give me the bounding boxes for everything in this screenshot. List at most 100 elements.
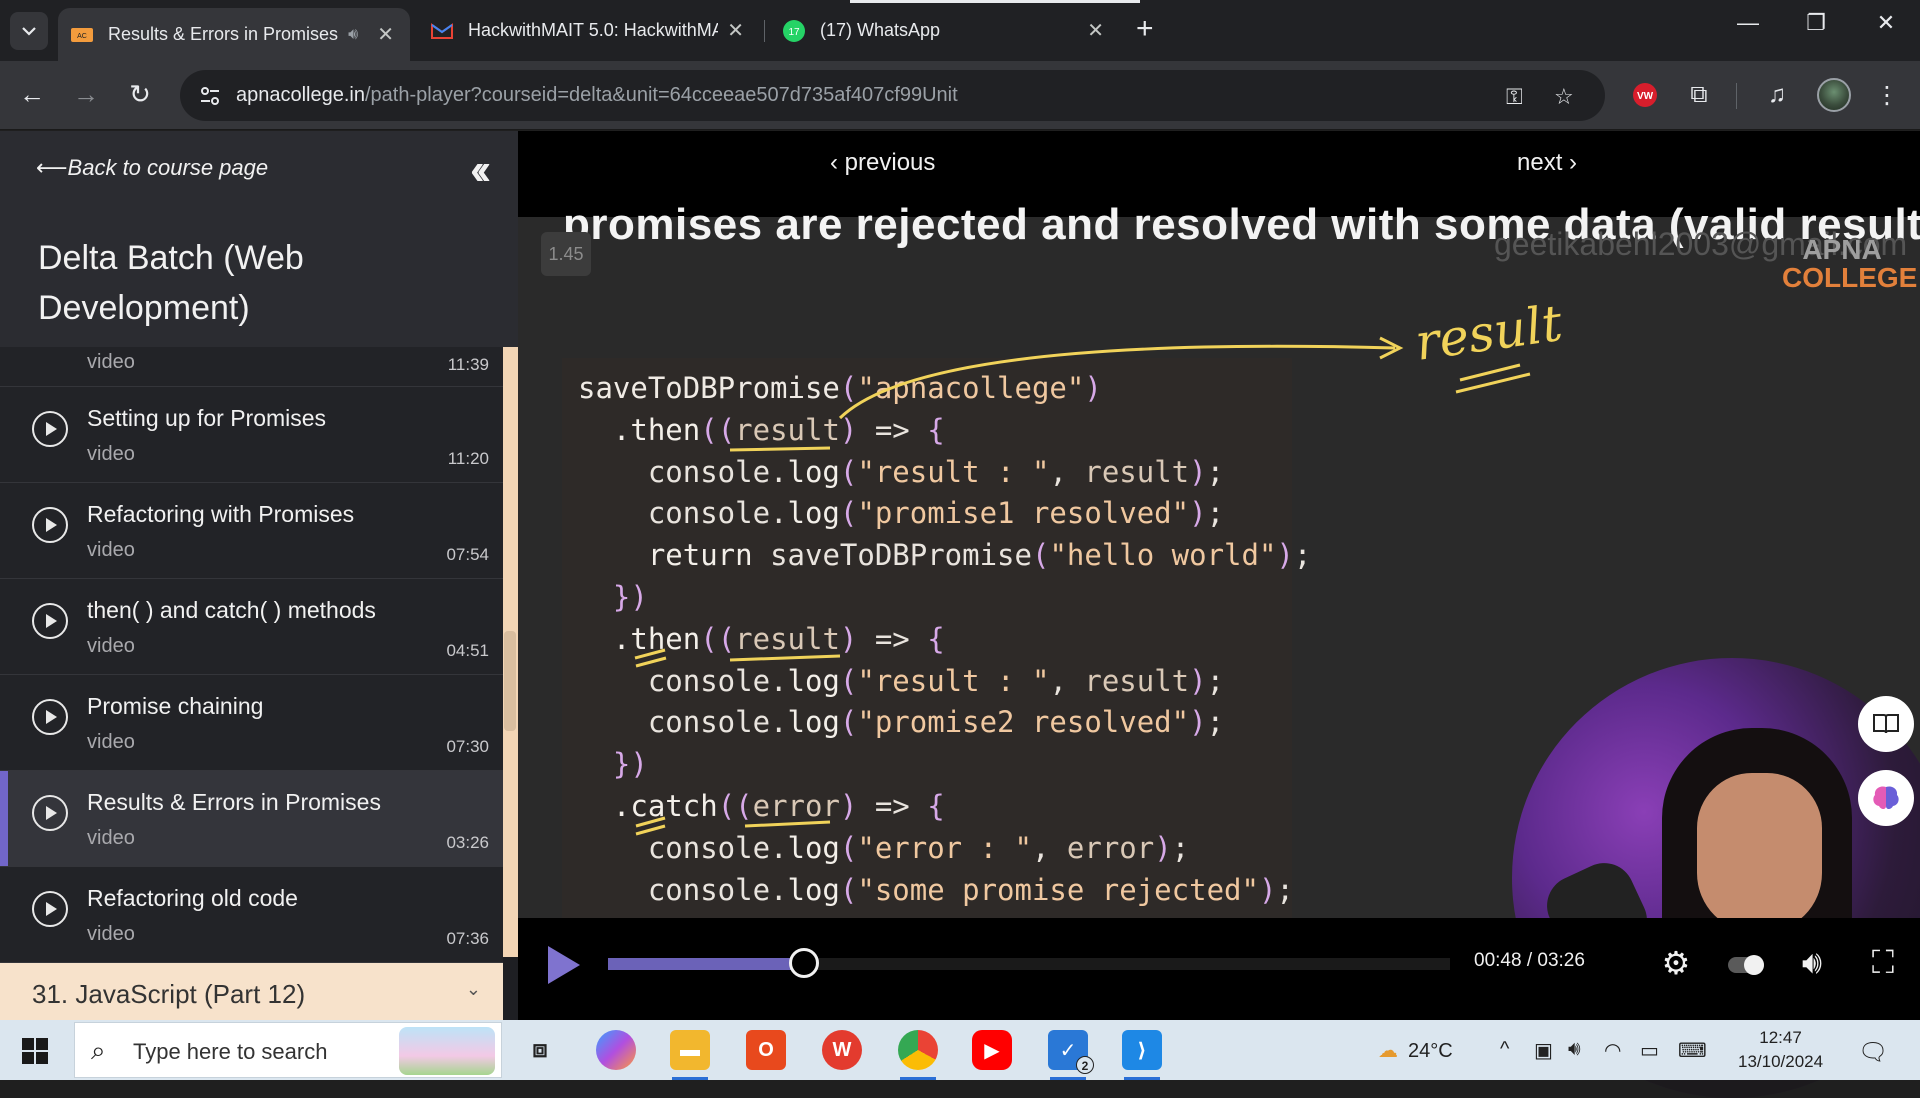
player-nav-bar: ‹ previous next ›	[518, 131, 1920, 201]
video-controls: 00:48 / 03:26 ⚙ 🔊︎ ⛶	[518, 918, 1920, 1020]
course-sidebar: ⟵Back to course page ‹‹ Delta Batch (Web…	[0, 131, 518, 1020]
left-arrow-icon: ⟵	[36, 155, 68, 180]
svg-text:AC: AC	[77, 33, 87, 40]
search-highlight-image	[399, 1027, 495, 1075]
copilot-icon[interactable]	[596, 1030, 636, 1070]
settings-gear-icon[interactable]: ⚙	[1656, 944, 1696, 982]
apna-college-logo: APNA COLLEGE	[1782, 234, 1918, 293]
clock-time: 12:47	[1759, 1028, 1802, 1047]
system-clock[interactable]: 12:47 13/10/2024	[1738, 1026, 1823, 1074]
lesson-title: Promise chaining	[87, 693, 264, 719]
keyboard-icon[interactable]: ⌨	[1678, 1038, 1707, 1063]
tab-results-errors[interactable]: AC Results & Errors in Promises 🔊︎ ✕	[58, 8, 410, 61]
password-key-icon[interactable]: ⚿	[1506, 84, 1523, 110]
search-placeholder: Type here to search	[133, 1039, 328, 1064]
chevron-right-icon: ›	[1562, 149, 1578, 176]
task-view-icon[interactable]: ⧈	[520, 1030, 560, 1070]
site-settings-icon[interactable]	[198, 84, 222, 108]
youtube-icon[interactable]: ▶	[972, 1030, 1012, 1070]
chevron-down-icon	[22, 27, 36, 36]
taskbar-search[interactable]: ⌕ Type here to search	[74, 1022, 502, 1078]
lesson-duration: 07:54	[446, 545, 489, 564]
collapse-sidebar-icon[interactable]: ‹‹	[470, 145, 492, 195]
lesson-item[interactable]: video 11:39	[0, 347, 503, 387]
browser-tab-strip: AC Results & Errors in Promises 🔊︎ ✕ Hac…	[0, 0, 1920, 61]
media-control-icon[interactable]: ♫	[1760, 78, 1794, 112]
todo-icon[interactable]: ✓ 2	[1048, 1030, 1094, 1080]
chrome-icon[interactable]	[898, 1030, 938, 1080]
file-explorer-icon[interactable]: ▬	[670, 1030, 710, 1080]
notifications-icon[interactable]: 🗨︎	[1858, 1038, 1888, 1067]
lesson-title: Setting up for Promises	[87, 405, 327, 431]
seek-bar[interactable]	[608, 948, 1450, 978]
lesson-duration: 11:39	[447, 355, 489, 374]
volume-icon[interactable]: 🔊︎	[1792, 944, 1832, 982]
reader-mode-button[interactable]	[1858, 696, 1914, 752]
play-circle-icon	[32, 507, 68, 543]
play-circle-icon	[32, 411, 68, 447]
close-window-icon[interactable]: ✕	[1866, 10, 1906, 36]
lesson-item[interactable]: Promise chaining video 07:30	[0, 675, 503, 771]
play-circle-icon	[32, 891, 68, 927]
lesson-type: video	[87, 635, 135, 657]
profile-avatar[interactable]	[1817, 78, 1851, 112]
close-tab-icon[interactable]: ✕	[377, 22, 394, 47]
tab-search-button[interactable]	[10, 12, 48, 50]
bookmark-star-icon[interactable]: ☆	[1554, 84, 1574, 110]
previous-button[interactable]: ‹ previous	[830, 149, 935, 177]
back-arrow-icon[interactable]: ←	[14, 79, 50, 110]
seek-progress	[608, 958, 805, 970]
windows-start-icon[interactable]	[22, 1038, 48, 1064]
tray-chevron-icon[interactable]: ^	[1500, 1038, 1509, 1061]
tab-whatsapp[interactable]: 17 (17) WhatsApp ✕	[770, 8, 1120, 53]
close-tab-icon[interactable]: ✕	[727, 18, 744, 43]
todo-badge: 2	[1076, 1056, 1094, 1074]
speaker-icon[interactable]: 🔊︎	[348, 26, 358, 44]
lesson-item[interactable]: then( ) and catch( ) methods video 04:51	[0, 579, 503, 675]
brain-icon	[1873, 786, 1899, 809]
search-icon: ⌕	[91, 1035, 106, 1065]
lesson-type: video	[87, 443, 135, 465]
reload-icon[interactable]: ↻	[122, 79, 158, 110]
lesson-item[interactable]: Refactoring old code video 07:36	[0, 867, 503, 963]
weather-widget[interactable]: ☁ 24°C	[1378, 1038, 1453, 1063]
toolbar-divider	[1736, 83, 1737, 109]
tab-title: Results & Errors in Promises	[108, 24, 339, 44]
office-icon[interactable]: O	[746, 1030, 786, 1070]
restore-icon[interactable]: ❐	[1796, 10, 1836, 36]
play-icon[interactable]	[548, 946, 580, 984]
address-bar[interactable]: apnacollege.in/path-player?courseid=delt…	[180, 70, 1605, 121]
lesson-duration: 07:30	[446, 737, 489, 756]
wifi-icon[interactable]: ◠	[1604, 1038, 1621, 1063]
extensions-puzzle-icon[interactable]: ⧉	[1682, 78, 1716, 112]
meet-icon[interactable]: ▣	[1534, 1038, 1553, 1063]
new-tab-icon[interactable]: +	[1136, 14, 1154, 44]
close-tab-icon[interactable]: ✕	[1087, 18, 1104, 43]
section-header[interactable]: 31. JavaScript (Part 12) ⌄	[0, 963, 503, 1020]
vscode-icon[interactable]: ⟩	[1122, 1030, 1162, 1080]
ai-assistant-button[interactable]	[1858, 770, 1914, 826]
wps-icon[interactable]: W	[822, 1030, 862, 1070]
speaker-tray-icon[interactable]: 🔊︎	[1568, 1038, 1581, 1061]
seek-handle[interactable]	[789, 948, 820, 978]
lesson-type: video	[87, 827, 135, 849]
sidebar-header: ⟵Back to course page ‹‹ Delta Batch (Web…	[0, 131, 518, 347]
chevron-down-icon: ⌄	[465, 979, 481, 999]
forward-arrow-icon[interactable]: →	[68, 79, 104, 110]
sidebar-scrollbar-thumb[interactable]	[504, 631, 516, 731]
lesson-type: video	[87, 539, 135, 561]
fullscreen-icon[interactable]: ⛶	[1863, 944, 1903, 982]
minimize-icon[interactable]: —	[1728, 10, 1768, 36]
back-to-course-link[interactable]: ⟵Back to course page	[36, 155, 268, 181]
lesson-item[interactable]: Setting up for Promises video 11:20	[0, 387, 503, 483]
lesson-item[interactable]: Refactoring with Promises video 07:54	[0, 483, 503, 579]
extension-vw-icon[interactable]: VW	[1628, 78, 1662, 112]
battery-icon[interactable]: ▭	[1640, 1038, 1659, 1063]
next-button[interactable]: next ›	[1517, 149, 1577, 177]
svg-text:VW: VW	[1637, 91, 1654, 102]
lesson-item-active[interactable]: Results & Errors in Promises video 03:26	[0, 771, 503, 867]
autoplay-toggle[interactable]	[1726, 948, 1766, 985]
more-menu-icon[interactable]: ⋮	[1870, 78, 1904, 112]
tab-gmail[interactable]: HackwithMAIT 5.0: HackwithMA ✕	[418, 8, 760, 53]
lesson-title: Refactoring old code	[87, 885, 298, 911]
